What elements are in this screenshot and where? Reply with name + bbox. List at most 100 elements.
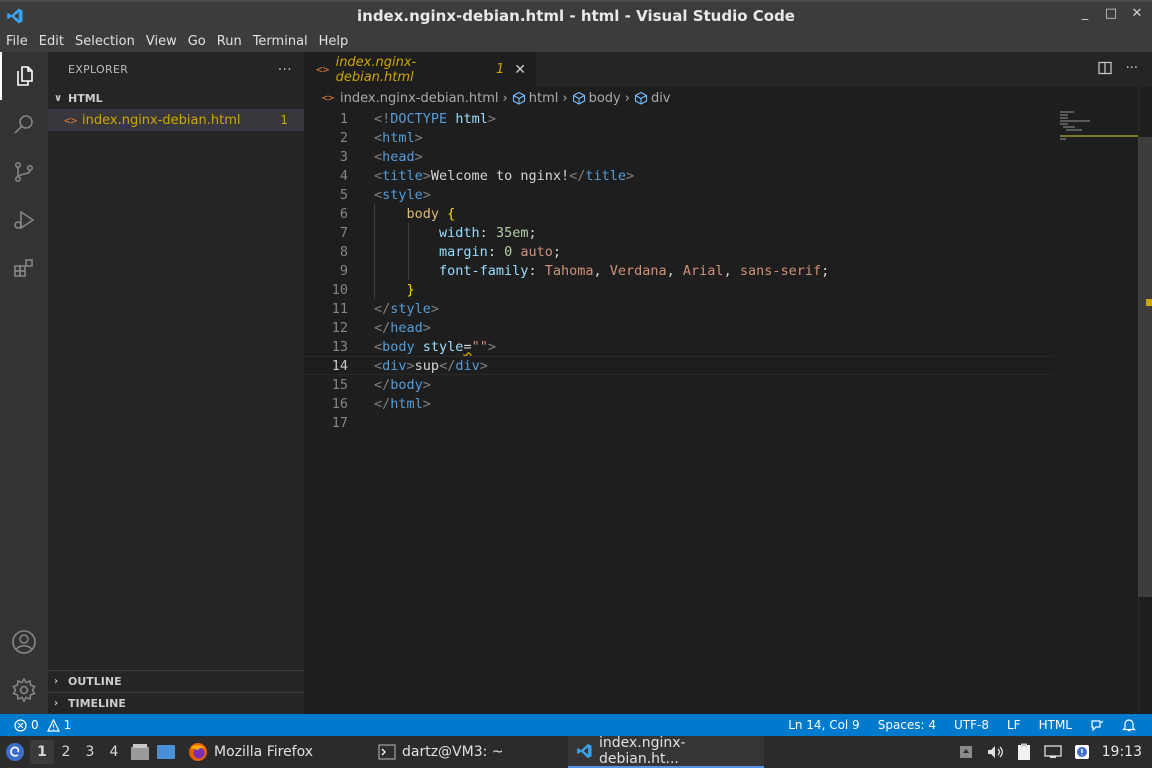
warning-icon (46, 718, 60, 732)
task-terminal[interactable]: dartz@VM3: ~ (370, 736, 568, 768)
file-item-index-nginx-debian[interactable]: <> index.nginx-debian.html 1 (48, 109, 304, 131)
accounts-icon[interactable] (0, 618, 48, 666)
line-number: 10 (331, 281, 348, 298)
menu-edit[interactable]: Edit (39, 34, 64, 49)
breadcrumb-div[interactable]: div (651, 91, 671, 106)
chevron-right-icon: › (54, 698, 59, 709)
scrollbar-thumb[interactable] (1138, 137, 1152, 597)
activity-bar (0, 52, 48, 714)
menu-bar: File Edit Selection View Go Run Terminal… (0, 30, 1152, 52)
line-number: 1 (339, 110, 348, 127)
code-line: 1 <!DOCTYPE html> (304, 109, 1054, 128)
cursor-position[interactable]: Ln 14, Col 9 (788, 718, 860, 732)
window-title: index.nginx-debian.html - html - Visual … (357, 7, 795, 25)
end-of-line[interactable]: LF (1007, 718, 1021, 732)
tray-arrow-icon[interactable] (958, 744, 974, 760)
feedback-icon[interactable] (1090, 718, 1104, 732)
indentation[interactable]: Spaces: 4 (878, 718, 936, 732)
os-taskbar: 1 2 3 4 Mozilla Firefox dartz@VM3: ~ ind… (0, 735, 1152, 768)
more-actions-button[interactable]: ··· (278, 62, 292, 78)
line-number: 13 (331, 338, 348, 355)
close-window-button[interactable]: ✕ (1130, 6, 1144, 21)
explorer-icon[interactable] (0, 52, 48, 100)
minimap[interactable] (1058, 109, 1138, 149)
code-line: 5 <style> (304, 185, 1054, 204)
line-number: 16 (331, 395, 348, 412)
volume-icon[interactable] (986, 744, 1004, 760)
code-line: 4 <title>Welcome to nginx!</title> (304, 166, 1054, 185)
code-editor[interactable]: 1 <!DOCTYPE html> 2 <html> 3 <head> 4 <t… (304, 109, 1152, 714)
file-manager-launcher[interactable] (126, 736, 180, 768)
editor-area: <> index.nginx-debian.html 1 ✕ ··· <> in… (304, 52, 1152, 714)
menu-run[interactable]: Run (217, 34, 242, 49)
timeline-section-header[interactable]: › TIMELINE (48, 692, 304, 714)
warning-marker (1146, 299, 1152, 306)
menu-file[interactable]: File (6, 34, 28, 49)
menu-help[interactable]: Help (319, 34, 349, 49)
language-mode[interactable]: HTML (1039, 718, 1072, 732)
clock[interactable]: 19:13 (1102, 744, 1142, 760)
menu-view[interactable]: View (146, 34, 177, 49)
breadcrumb-file[interactable]: index.nginx-debian.html (340, 91, 499, 106)
code-line: 2 <html> (304, 128, 1054, 147)
settings-gear-icon[interactable] (0, 666, 48, 714)
encoding[interactable]: UTF-8 (954, 718, 989, 732)
clipboard-icon[interactable] (1016, 743, 1032, 761)
breadcrumb-body[interactable]: body (589, 91, 621, 106)
menu-selection[interactable]: Selection (75, 34, 135, 49)
status-bar: 0 1 Ln 14, Col 9 Spaces: 4 UTF-8 LF HTML (0, 714, 1152, 736)
vertical-scrollbar[interactable] (1138, 87, 1152, 714)
close-tab-button[interactable]: ✕ (514, 62, 526, 78)
start-menu-button[interactable] (0, 736, 30, 768)
line-number: 6 (339, 205, 348, 222)
task-label: Mozilla Firefox (214, 744, 314, 760)
notifications-bell-icon[interactable] (1122, 718, 1136, 732)
network-icon[interactable] (1043, 744, 1062, 760)
split-editor-icon[interactable] (1097, 61, 1112, 79)
chevron-down-icon: ∨ (54, 92, 63, 104)
code-line: 13 <body style=""> (304, 337, 1054, 356)
extensions-icon[interactable] (0, 244, 48, 292)
code-line: 12 </head> (304, 318, 1054, 337)
html-file-icon: <> (64, 113, 78, 127)
search-icon[interactable] (0, 100, 48, 148)
error-count: 0 (31, 718, 39, 732)
run-debug-icon[interactable] (0, 196, 48, 244)
line-number: 8 (339, 243, 348, 260)
maximize-button[interactable]: □ (1104, 6, 1118, 21)
workspace-3[interactable]: 3 (78, 740, 102, 764)
line-number: 17 (331, 414, 348, 431)
outline-section-header[interactable]: › OUTLINE (48, 670, 304, 692)
workspace-1[interactable]: 1 (30, 740, 54, 764)
explorer-sidebar: EXPLORER ··· ∨ HTML <> index.nginx-debia… (48, 52, 304, 714)
menu-terminal[interactable]: Terminal (253, 34, 308, 49)
html-file-icon: <> (322, 92, 335, 104)
code-line: 16 </html> (304, 394, 1054, 413)
workspace-4[interactable]: 4 (102, 740, 126, 764)
workspace-2[interactable]: 2 (54, 740, 78, 764)
problems-indicator[interactable]: 0 1 (0, 718, 71, 732)
system-tray: 19:13 (958, 743, 1152, 761)
code-line-current: 14 <div>sup</div> (304, 356, 1054, 375)
code-line: 3 <head> (304, 147, 1054, 166)
error-icon (14, 718, 27, 732)
tab-index-nginx-debian[interactable]: <> index.nginx-debian.html 1 ✕ (304, 52, 536, 87)
breadcrumb-separator: › (562, 90, 568, 106)
source-control-icon[interactable] (0, 148, 48, 196)
breadcrumb-separator: › (502, 90, 508, 106)
more-actions-icon[interactable]: ··· (1126, 61, 1138, 79)
file-manager-icon (131, 744, 149, 760)
line-number: 9 (339, 262, 348, 279)
line-number: 15 (331, 376, 348, 393)
task-vscode[interactable]: index.nginx-debian.ht... (568, 735, 764, 768)
code-line: 9 font-family: Tahoma, Verdana, Arial, s… (304, 261, 1054, 280)
task-label: dartz@VM3: ~ (402, 744, 504, 760)
line-number: 5 (339, 186, 348, 203)
folder-header-html[interactable]: ∨ HTML (48, 87, 304, 109)
update-notifier-icon[interactable] (1074, 744, 1090, 760)
minimize-button[interactable]: _ (1078, 6, 1092, 21)
menu-go[interactable]: Go (188, 34, 206, 49)
line-number: 12 (331, 319, 348, 336)
task-firefox[interactable]: Mozilla Firefox (180, 736, 370, 768)
breadcrumb-html[interactable]: html (529, 91, 559, 106)
